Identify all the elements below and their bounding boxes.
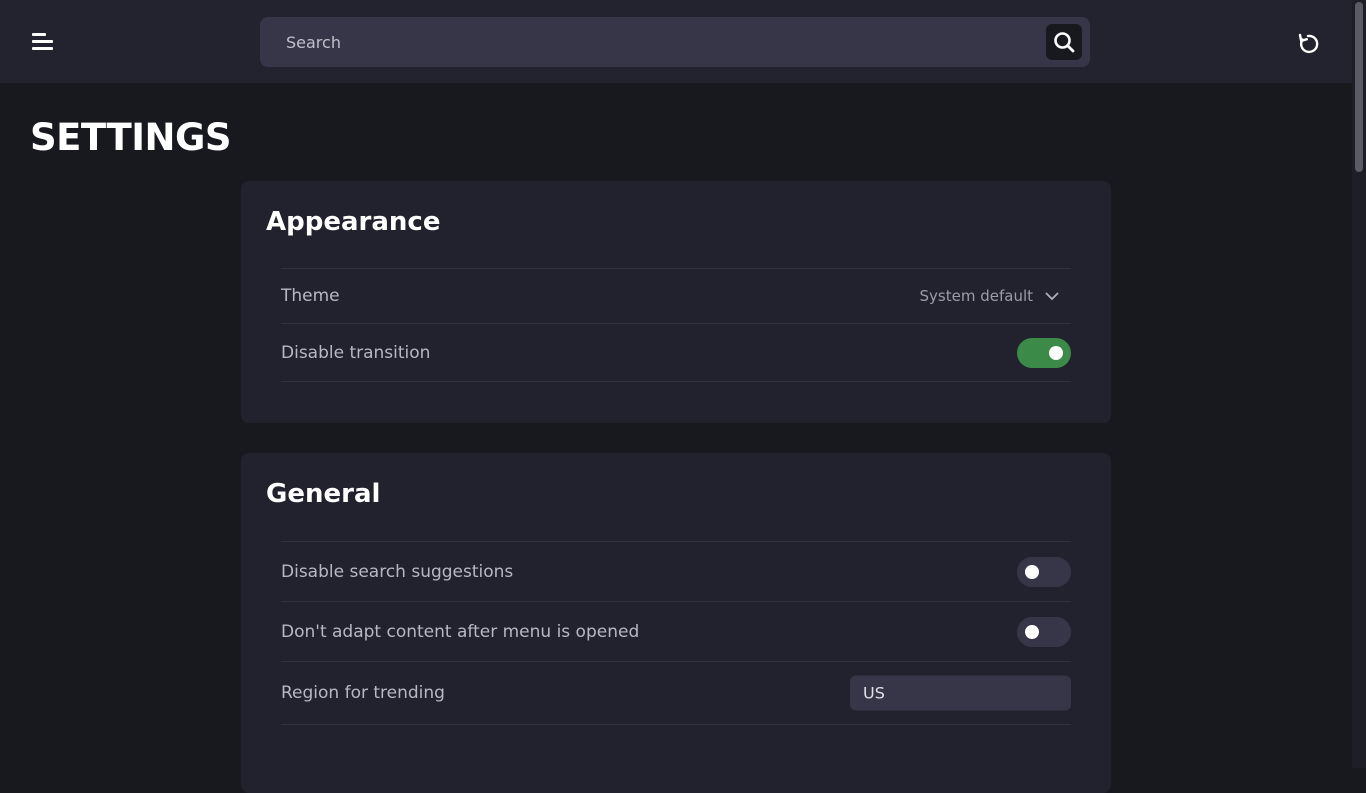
search-button[interactable] — [1046, 24, 1082, 60]
search-input[interactable] — [260, 17, 1040, 67]
page-scrollbar[interactable] — [1352, 0, 1366, 768]
region-for-trending-label: Region for trending — [281, 683, 445, 703]
disable-transition-label: Disable transition — [281, 342, 431, 363]
page-title: SETTINGS — [30, 116, 232, 159]
region-for-trending-row: Region for trending — [281, 661, 1071, 725]
menu-button[interactable] — [28, 28, 58, 56]
chevron-down-icon — [1045, 292, 1059, 301]
toggle-knob — [1049, 345, 1063, 360]
toggle-knob — [1025, 564, 1039, 579]
disable-search-suggestions-row: Disable search suggestions — [281, 541, 1071, 601]
disable-search-suggestions-toggle[interactable] — [1017, 556, 1071, 587]
region-input[interactable] — [850, 675, 1071, 711]
general-section-title: General — [266, 479, 381, 509]
theme-label: Theme — [281, 286, 340, 306]
disable-transition-toggle[interactable] — [1017, 337, 1071, 368]
search-bar — [260, 17, 1090, 67]
appearance-section: Appearance Theme System default Disable … — [241, 181, 1111, 423]
theme-row: Theme System default — [281, 268, 1071, 323]
dont-adapt-content-label: Don't adapt content after menu is opened — [281, 621, 640, 642]
theme-select-value: System default — [919, 287, 1033, 305]
scrollbar-thumb[interactable] — [1355, 2, 1363, 172]
appearance-section-title: Appearance — [266, 207, 441, 237]
dont-adapt-content-row: Don't adapt content after menu is opened — [281, 601, 1071, 661]
dont-adapt-content-toggle[interactable] — [1017, 616, 1071, 647]
disable-transition-row: Disable transition — [281, 323, 1071, 382]
search-icon — [1054, 32, 1075, 53]
disable-search-suggestions-label: Disable search suggestions — [281, 561, 514, 582]
reset-icon — [1298, 33, 1319, 54]
theme-select[interactable]: System default — [920, 287, 1059, 305]
reset-button[interactable] — [1294, 30, 1322, 58]
top-bar — [0, 0, 1352, 83]
general-section: General Disable search suggestions Don't… — [241, 453, 1111, 793]
toggle-knob — [1025, 624, 1039, 639]
menu-icon — [32, 33, 53, 50]
